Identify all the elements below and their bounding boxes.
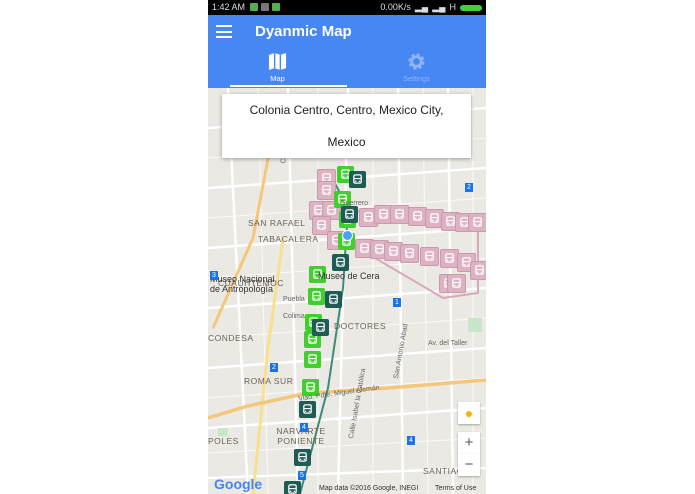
- metro-stop-marker[interactable]: [341, 206, 358, 223]
- metro-icon: [329, 294, 338, 304]
- street-view-pegman-icon[interactable]: ●: [458, 402, 480, 424]
- network-type: H: [449, 2, 457, 12]
- metro-line-badge: 5: [298, 471, 306, 480]
- app-bar: Dyanmic Map Map Settings: [208, 15, 486, 88]
- tab-label: Map: [270, 74, 285, 83]
- bus-icon: [364, 212, 373, 222]
- phone-screen: 1:42 AM 0.00K/s ▂▄ ▂▄ H Dyanmic Map Map: [208, 0, 486, 494]
- metro-icon: [303, 404, 312, 414]
- route-stop-marker[interactable]: [470, 261, 486, 280]
- map-label: DOCTORES: [334, 321, 387, 331]
- metro-stop-marker[interactable]: [332, 254, 349, 271]
- route-stop-marker[interactable]: [447, 274, 466, 293]
- bus-icon: [473, 217, 482, 227]
- address-line-2: Mexico: [327, 135, 366, 149]
- street-label: Puebla: [283, 296, 305, 303]
- metro-stop-marker[interactable]: [349, 171, 366, 188]
- metro-stop-marker[interactable]: [299, 401, 316, 418]
- map-view[interactable]: SAN RAFAEL TABACALERA CUAUHTÉMOC ROMA SU…: [208, 88, 486, 494]
- route-stop-marker[interactable]: [468, 213, 486, 232]
- bus-icon: [389, 246, 398, 256]
- map-label: TABACALERA: [258, 234, 319, 244]
- zoom-out-button[interactable]: −: [458, 454, 480, 476]
- current-location-dot: [342, 230, 353, 241]
- metro-line-badge: 3: [210, 271, 218, 280]
- notification-icon: [250, 3, 258, 11]
- metro-line-badge: 4: [300, 423, 308, 432]
- zoom-in-button[interactable]: +: [458, 432, 480, 454]
- map-label: ROMA SUR: [244, 376, 294, 386]
- gear-icon: [408, 53, 425, 70]
- metro-icon: [336, 257, 345, 267]
- map-attribution: Map data ©2016 Google, INEGI: [319, 485, 419, 492]
- street-label: Av. del Taller: [428, 340, 468, 347]
- metro-icon: [288, 484, 297, 494]
- notification-icon: [261, 3, 269, 11]
- metro-line-badge: 2: [465, 183, 473, 192]
- metro-line-badge: 4: [407, 436, 415, 445]
- map-label: SAN RAFAEL: [248, 218, 306, 228]
- bus-icon: [413, 211, 422, 221]
- address-line-1: Colonia Centro, Centro, Mexico City,: [249, 103, 444, 117]
- map-label: POLES: [208, 436, 239, 446]
- bus-icon: [360, 243, 369, 253]
- metro-stop-marker[interactable]: [312, 319, 329, 336]
- bus-icon: [445, 253, 454, 263]
- tab-settings[interactable]: Settings: [347, 50, 486, 88]
- bus-icon: [379, 209, 388, 219]
- metro-icon: [353, 174, 362, 184]
- bus-stop-marker[interactable]: [304, 351, 321, 368]
- active-tab-indicator: [230, 85, 347, 87]
- app-title: Dyanmic Map: [255, 23, 352, 40]
- tab-label: Settings: [402, 74, 431, 83]
- status-time: 1:42 AM: [212, 2, 246, 12]
- route-stop-marker[interactable]: [390, 205, 409, 224]
- status-bar: 1:42 AM 0.00K/s ▂▄ ▂▄ H: [208, 0, 486, 15]
- map-place: Museo de Cera: [318, 271, 380, 281]
- metro-stop-marker[interactable]: [284, 481, 301, 494]
- terms-link[interactable]: Terms of Use: [435, 485, 476, 492]
- route-stop-marker[interactable]: [400, 244, 419, 263]
- metro-stop-marker[interactable]: [294, 449, 311, 466]
- bus-icon: [425, 251, 434, 261]
- hamburger-menu-icon[interactable]: [216, 25, 232, 38]
- google-logo: Google: [214, 476, 262, 492]
- network-speed: 0.00K/s: [380, 2, 411, 12]
- bus-stop-marker[interactable]: [308, 288, 325, 305]
- address-card[interactable]: Colonia Centro, Centro, Mexico City, Mex…: [222, 94, 471, 158]
- bus-icon: [317, 220, 326, 230]
- bus-icon: [312, 291, 321, 301]
- metro-icon: [345, 209, 354, 219]
- notification-icons: [250, 3, 280, 11]
- bus-icon: [308, 354, 317, 364]
- google-logo-text: Google: [214, 476, 263, 492]
- bus-icon: [405, 248, 414, 258]
- bus-icon: [475, 265, 484, 275]
- bus-icon: [306, 382, 315, 392]
- map-label: CONDESA: [208, 333, 254, 343]
- signal-icon: ▂▄: [432, 2, 446, 12]
- signal-icon: ▂▄: [414, 2, 429, 12]
- notification-icon: [272, 3, 280, 11]
- map-place: Museo Nacional de Antropología: [210, 274, 275, 294]
- bus-icon: [430, 213, 439, 223]
- metro-line-badge: 2: [270, 363, 278, 372]
- bus-icon: [322, 185, 331, 195]
- metro-line-badge: 1: [393, 298, 401, 307]
- metro-icon: [316, 322, 325, 332]
- map-icon: [268, 52, 287, 71]
- tab-map[interactable]: Map: [208, 50, 347, 88]
- bus-icon: [395, 209, 404, 219]
- metro-icon: [298, 452, 307, 462]
- street-label: Colima: [283, 313, 305, 320]
- street-label: Guerrero: [340, 200, 369, 207]
- metro-stop-marker[interactable]: [325, 291, 342, 308]
- route-stop-marker[interactable]: [420, 247, 439, 266]
- battery-icon: [460, 4, 482, 11]
- bus-icon: [452, 278, 461, 288]
